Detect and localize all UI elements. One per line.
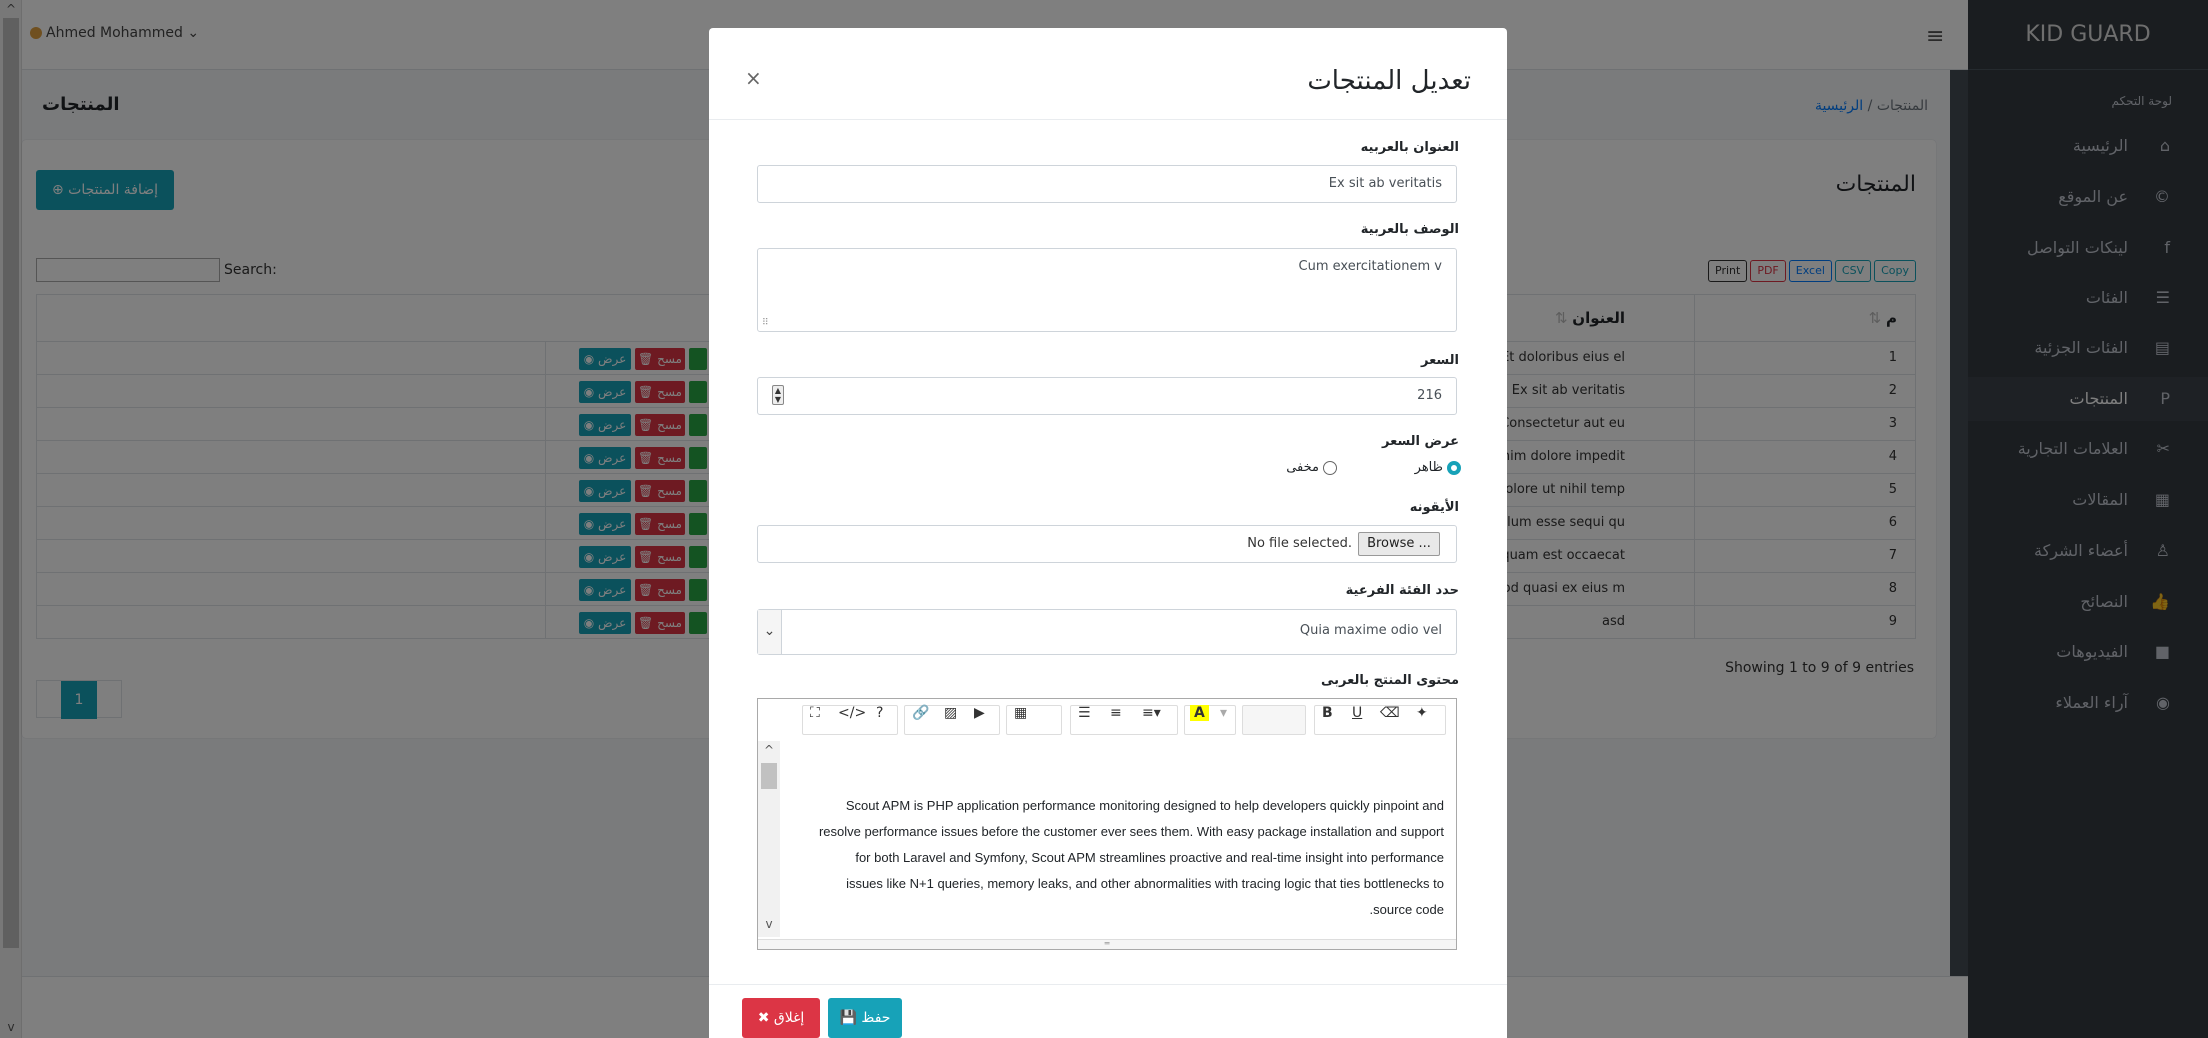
modal-header: تعديل المنتجات ×: [709, 28, 1507, 120]
radio-unchecked-icon: [1323, 460, 1337, 475]
radio-checked-icon: [1447, 460, 1461, 475]
editor-resize-handle[interactable]: ═: [758, 939, 1456, 949]
unordered-list-icon[interactable]: ☰: [1078, 705, 1091, 721]
text-color-icon[interactable]: A: [1190, 705, 1209, 721]
price-value: 216: [1417, 388, 1442, 403]
show-price-label: عرض السعر: [1382, 434, 1459, 449]
help-icon[interactable]: ?: [876, 705, 883, 721]
rich-text-editor[interactable]: ⛶ </> ? 🔗 ▨ ▶ ▦ ☰ ≡ ≡▾ A ▾ B U ⌫ ✦ ^ v S…: [757, 698, 1457, 950]
number-spinner-icon[interactable]: ▲ ▼: [772, 385, 784, 405]
price-label: السعر: [1421, 353, 1459, 368]
fullscreen-icon[interactable]: ⛶: [810, 705, 820, 721]
subcategory-label: حدد الفئة الفرعية: [1345, 583, 1459, 598]
bold-icon[interactable]: B: [1322, 705, 1333, 721]
eraser-icon[interactable]: ⌫: [1380, 705, 1400, 721]
icon-label: الأيقونه: [1409, 500, 1459, 515]
price-input[interactable]: ▲ ▼ 216: [757, 377, 1457, 415]
modal-footer-divider: [709, 984, 1507, 985]
scroll-down-icon[interactable]: v: [758, 917, 780, 931]
video-icon[interactable]: ▶: [974, 705, 985, 721]
radio-visible-label: ظاهر: [1414, 460, 1443, 475]
editor-content[interactable]: Scout APM is PHP application performance…: [818, 793, 1444, 923]
title-ar-label: العنوان بالعربيه: [1360, 140, 1459, 155]
desc-ar-label: الوصف بالعربية: [1360, 222, 1459, 237]
modal-title: تعديل المنتجات: [1307, 66, 1471, 96]
no-file-text: No file selected.: [1247, 536, 1352, 551]
desc-ar-value: Cum exercitationem v: [1298, 259, 1442, 274]
title-ar-value: Ex sit ab veritatis: [1328, 176, 1442, 191]
editor-toolbar: ⛶ </> ? 🔗 ▨ ▶ ▦ ☰ ≡ ≡▾ A ▾ B U ⌫ ✦: [758, 699, 1456, 741]
scroll-thumb[interactable]: [761, 763, 777, 789]
magic-style-icon[interactable]: ✦: [1416, 705, 1428, 721]
scroll-up-icon[interactable]: ^: [758, 743, 780, 757]
subcategory-value: Quia maxime odio vel: [1299, 623, 1442, 638]
table-icon[interactable]: ▦: [1014, 705, 1027, 721]
resize-handle-icon[interactable]: ⠿: [762, 318, 769, 328]
chevron-down-icon[interactable]: ⌄: [758, 610, 782, 654]
close-icon[interactable]: ×: [745, 66, 762, 90]
radio-visible[interactable]: ظاهر: [1415, 460, 1461, 475]
paragraph-align-icon[interactable]: ≡▾: [1142, 705, 1161, 721]
close-button[interactable]: ✖ إغلاق: [742, 998, 820, 1038]
content-label: محتوى المنتج بالعربى: [1321, 673, 1459, 688]
edit-product-modal: تعديل المنتجات × العنوان بالعربيه Ex sit…: [709, 28, 1507, 1038]
underline-icon[interactable]: U: [1352, 705, 1362, 721]
editor-scrollbar[interactable]: ^ v: [758, 741, 780, 937]
color-dropdown-icon[interactable]: ▾: [1220, 705, 1227, 721]
link-icon[interactable]: 🔗: [912, 705, 929, 721]
desc-ar-textarea[interactable]: Cum exercitationem v ⠿: [757, 248, 1457, 332]
ordered-list-icon[interactable]: ≡: [1110, 705, 1122, 721]
image-icon[interactable]: ▨: [944, 705, 957, 721]
subcategory-select[interactable]: ⌄ Quia maxime odio vel: [757, 609, 1457, 655]
radio-hidden-label: مخفى: [1286, 460, 1319, 475]
browse-button[interactable]: Browse ...: [1358, 532, 1440, 556]
code-view-icon[interactable]: </>: [838, 705, 866, 721]
radio-hidden[interactable]: مخفى: [1286, 460, 1337, 475]
icon-file-input[interactable]: Browse ... No file selected.: [757, 525, 1457, 563]
title-ar-input[interactable]: Ex sit ab veritatis: [757, 165, 1457, 203]
save-button[interactable]: 💾 حفظ: [828, 998, 902, 1038]
